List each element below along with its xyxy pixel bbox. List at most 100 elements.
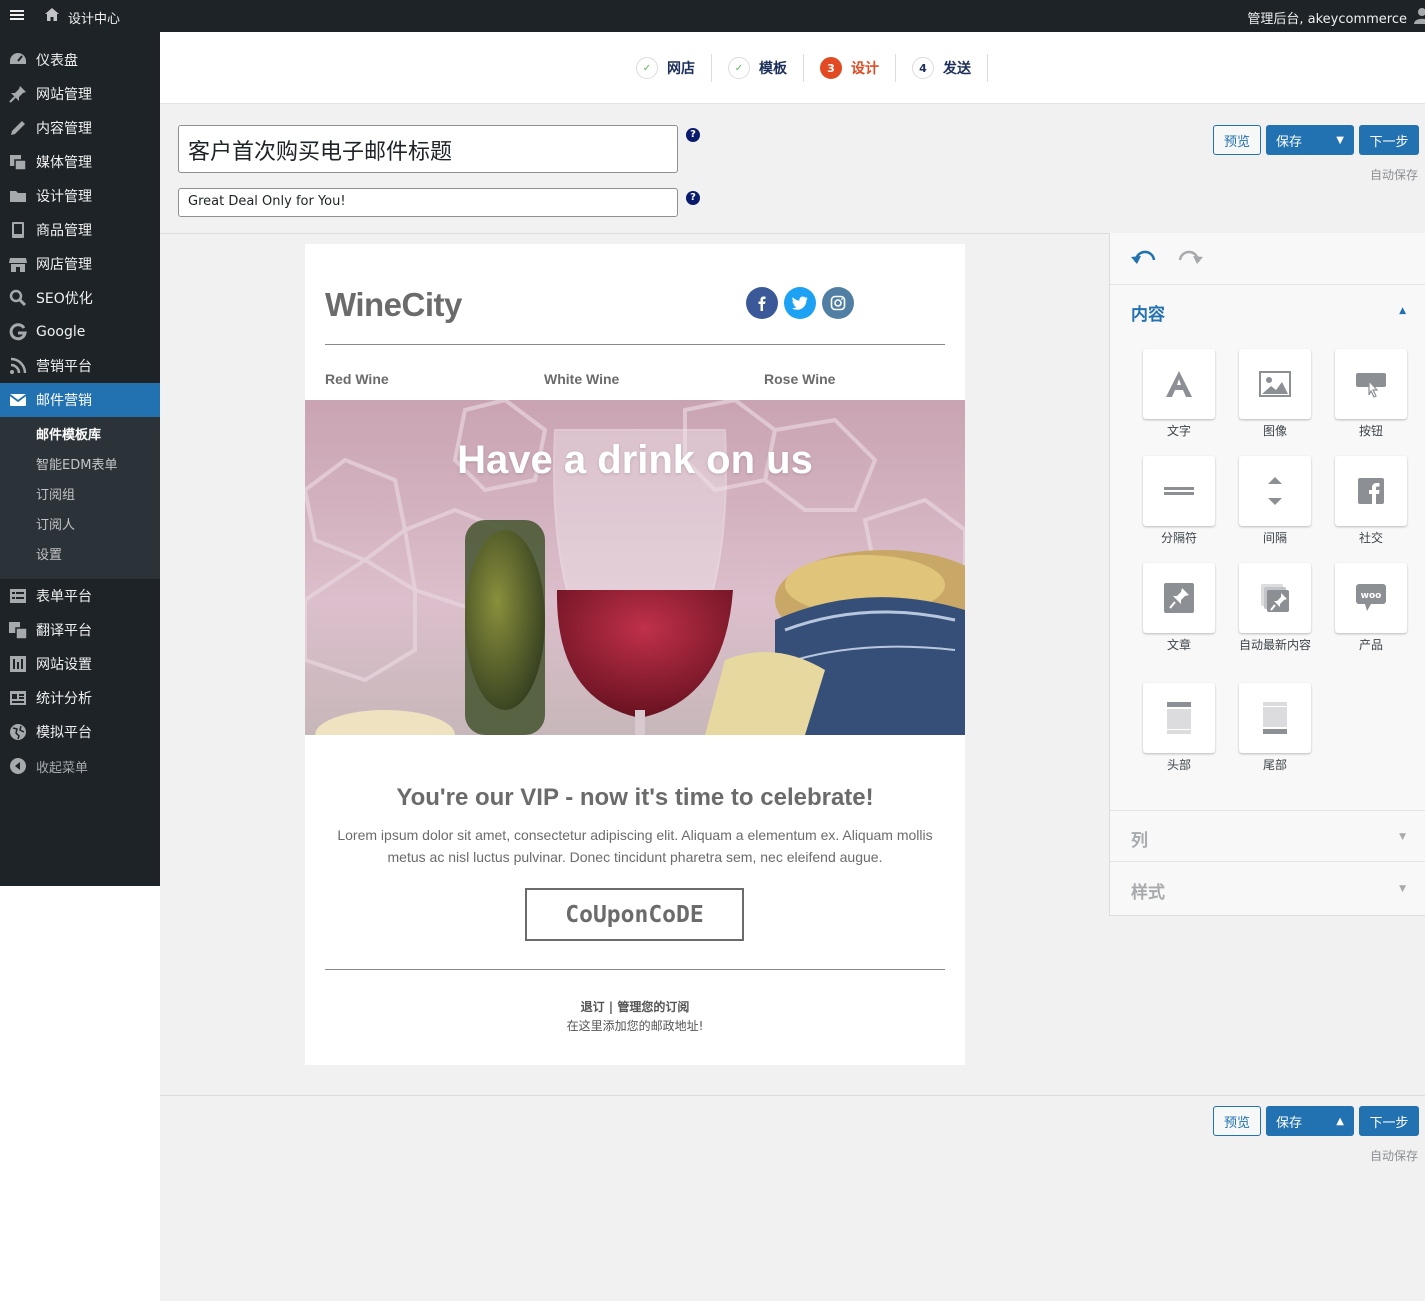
hero-image[interactable]: Have a drink on us (305, 400, 965, 735)
nav-label: 仪表盘 (36, 53, 78, 69)
widget-text[interactable]: 文字 (1143, 349, 1215, 438)
unsubscribe-links[interactable]: 退订 | 管理您的订阅 (305, 998, 965, 1015)
body-line: metus ac nisl luctus pulvinar. Donec tin… (387, 849, 883, 865)
submenu-templates[interactable]: 邮件模板库 (0, 421, 160, 451)
widget-spacer[interactable]: 间隔 (1239, 456, 1311, 545)
email-canvas[interactable]: WineCity Red Wine White Wine Rose Wine H… (305, 244, 965, 1065)
subject-input[interactable]: 客户首次购买电子邮件标题 (178, 125, 678, 173)
widget-post[interactable]: 文章 (1143, 563, 1215, 652)
widget-header[interactable]: 头部 (1143, 683, 1215, 772)
dashboard-icon (0, 50, 36, 70)
user-avatar-icon[interactable] (1413, 6, 1425, 24)
nav-item-products[interactable]: 商品管理 (0, 213, 160, 247)
nav-item-media[interactable]: 媒体管理 (0, 145, 160, 179)
site-name-link[interactable]: 设计中心 (68, 8, 120, 27)
book-icon (0, 220, 36, 240)
widget-auto-posts[interactable]: 自动最新内容 (1239, 563, 1311, 652)
next-step-button[interactable]: 下一步 (1359, 125, 1419, 155)
next-step-button[interactable]: 下一步 (1359, 1106, 1419, 1136)
step-number: 3 (820, 57, 842, 79)
widget-label: 文字 (1166, 424, 1191, 438)
save-button[interactable]: 保存 ▼ (1266, 125, 1354, 155)
nav-item-google[interactable]: Google (0, 315, 160, 349)
widget-label: 分隔符 (1160, 531, 1197, 545)
nav-item-content[interactable]: 内容管理 (0, 111, 160, 145)
hero-title[interactable]: Have a drink on us (305, 438, 965, 483)
nav-item-marketing[interactable]: 营销平台 (0, 349, 160, 383)
help-icon[interactable]: ? (686, 191, 700, 205)
facebook-icon (1358, 478, 1384, 504)
chevron-down-icon[interactable]: ▼ (1336, 135, 1344, 146)
widget-image[interactable]: 图像 (1239, 349, 1311, 438)
collapse-menu-button[interactable]: 收起菜单 (0, 749, 160, 783)
nav-link-white-wine[interactable]: White Wine (544, 371, 619, 387)
redo-icon[interactable] (1176, 248, 1204, 272)
submenu-edm-forms[interactable]: 智能EDM表单 (0, 451, 160, 481)
translate-icon (0, 620, 36, 640)
columns-section-toggle[interactable]: 列 ▼ (1110, 810, 1425, 862)
content-section-toggle[interactable]: 内容 ▲ (1110, 285, 1425, 337)
facebook-icon[interactable] (746, 287, 778, 319)
spacer-icon (1268, 477, 1282, 505)
menu-icon[interactable] (10, 8, 24, 24)
preview-button[interactable]: 预览 (1213, 125, 1261, 155)
step-template[interactable]: ✓ 模板 (712, 54, 804, 82)
chevron-up-icon[interactable]: ▲ (1336, 1116, 1344, 1127)
submenu-settings[interactable]: 设置 (0, 541, 160, 571)
email-icon (0, 390, 36, 410)
email-body-text[interactable]: Lorem ipsum dolor sit amet, consectetur … (335, 824, 935, 868)
nav-item-forms[interactable]: 表单平台 (0, 579, 160, 613)
instagram-icon[interactable] (822, 287, 854, 319)
nav-label: 网站管理 (36, 87, 92, 103)
nav-item-simulation[interactable]: 模拟平台 (0, 715, 160, 749)
widget-social[interactable]: 社交 (1335, 456, 1407, 545)
bottom-divider (160, 1095, 1425, 1096)
widget-button[interactable]: 按钮 (1335, 349, 1407, 438)
step-label: 网店 (667, 61, 695, 77)
styles-section-toggle[interactable]: 样式 ▼ (1110, 863, 1425, 915)
svg-text:woo: woo (1361, 591, 1382, 601)
nav-link-red-wine[interactable]: Red Wine (325, 371, 389, 387)
section-title: 样式 (1131, 883, 1165, 903)
google-icon (0, 322, 36, 342)
account-link[interactable]: 管理后台, akeycommerce (1247, 8, 1407, 27)
home-icon[interactable] (44, 7, 60, 27)
nav-item-site-settings[interactable]: 网站设置 (0, 647, 160, 681)
email-submenu: 邮件模板库 智能EDM表单 订阅组 订阅人 设置 (0, 417, 160, 579)
nav-link-rose-wine[interactable]: Rose Wine (764, 371, 835, 387)
email-logo[interactable]: WineCity (325, 286, 462, 324)
step-send[interactable]: 4 发送 (896, 54, 988, 82)
widget-divider[interactable]: 分隔符 (1143, 456, 1215, 545)
nav-item-translate[interactable]: 翻译平台 (0, 613, 160, 647)
pin-icon (0, 84, 36, 104)
save-button[interactable]: 保存 ▲ (1266, 1106, 1354, 1136)
header-divider (325, 344, 945, 345)
preview-button[interactable]: 预览 (1213, 1106, 1261, 1136)
admin-bar: 设计中心 管理后台, akeycommerce (0, 0, 1425, 32)
widget-products[interactable]: woo 产品 (1335, 563, 1407, 652)
twitter-icon[interactable] (784, 287, 816, 319)
step-number: 4 (912, 57, 934, 79)
step-store[interactable]: ✓ 网店 (620, 54, 712, 82)
nav-item-seo[interactable]: SEO优化 (0, 281, 160, 315)
widget-footer[interactable]: 尾部 (1239, 683, 1311, 772)
header-icon (1167, 702, 1191, 734)
nav-label: 翻译平台 (36, 623, 92, 639)
submenu-lists[interactable]: 订阅组 (0, 481, 160, 511)
nav-item-store[interactable]: 网店管理 (0, 247, 160, 281)
nav-item-design[interactable]: 设计管理 (0, 179, 160, 213)
step-design[interactable]: 3 设计 (804, 54, 896, 82)
nav-item-dashboard[interactable]: 仪表盘 (0, 43, 160, 77)
nav-item-site[interactable]: 网站管理 (0, 77, 160, 111)
preheader-input[interactable]: Great Deal Only for You! (178, 188, 678, 217)
nav-item-email-marketing[interactable]: 邮件营销 (0, 383, 160, 417)
email-headline[interactable]: You're our VIP - now it's time to celebr… (305, 784, 965, 812)
section-title: 内容 (1131, 305, 1165, 325)
nav-item-analytics[interactable]: 统计分析 (0, 681, 160, 715)
coupon-code-box[interactable]: CoUponCoDE (525, 888, 744, 941)
postal-address[interactable]: 在这里添加您的邮政地址! (305, 1017, 965, 1034)
undo-icon[interactable] (1130, 248, 1158, 272)
widget-label: 产品 (1358, 638, 1383, 652)
help-icon[interactable]: ? (686, 128, 700, 142)
submenu-subscribers[interactable]: 订阅人 (0, 511, 160, 541)
